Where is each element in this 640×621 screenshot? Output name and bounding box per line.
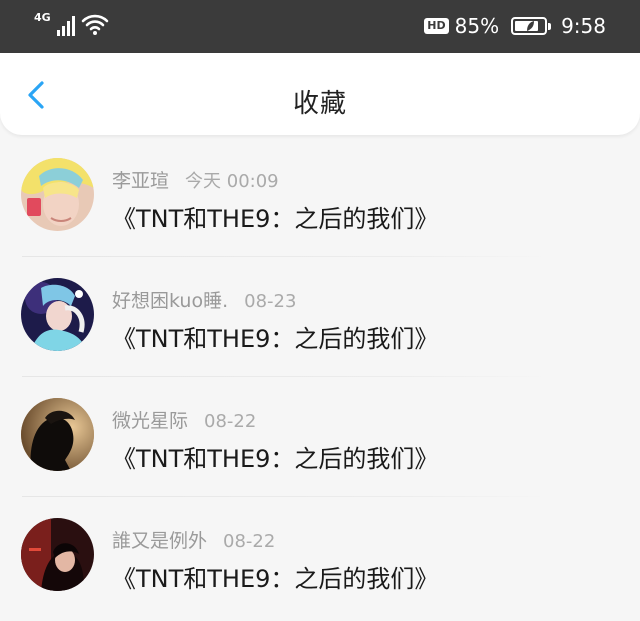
status-left: 4G bbox=[34, 11, 109, 36]
author-name: 誰又是例外 bbox=[112, 530, 208, 552]
page-title: 收藏 bbox=[292, 89, 347, 119]
clock: 9:58 bbox=[561, 14, 606, 38]
list-item[interactable]: 微光星际 08-22 《TNT和THE9：之后的我们》 bbox=[0, 376, 640, 496]
favorites-list: 李亚瑄 今天 00:09 《TNT和THE9：之后的我们》 好想困kuo睡. 08-… bbox=[0, 136, 640, 616]
avatar[interactable] bbox=[21, 518, 94, 591]
nav-header: 收藏 bbox=[0, 53, 640, 135]
author-name: 李亚瑄 bbox=[112, 170, 170, 192]
network-type: 4G bbox=[34, 11, 51, 24]
item-meta: 李亚瑄 今天 00:09 bbox=[112, 166, 279, 193]
item-meta: 好想困kuo睡. 08-23 bbox=[112, 286, 296, 313]
hd-badge: HD bbox=[424, 18, 449, 34]
battery-percent: 85% bbox=[454, 14, 500, 38]
item-meta: 誰又是例外 08-22 bbox=[112, 526, 275, 553]
leaf-icon bbox=[527, 21, 535, 31]
status-bar: 4G HD 85% 9:58 bbox=[0, 0, 640, 53]
post-time: 08-22 bbox=[204, 411, 257, 432]
post-time: 今天 00:09 bbox=[185, 171, 279, 192]
post-time: 08-22 bbox=[223, 531, 276, 552]
avatar[interactable] bbox=[21, 158, 94, 231]
list-item[interactable]: 李亚瑄 今天 00:09 《TNT和THE9：之后的我们》 bbox=[0, 136, 640, 256]
battery-icon bbox=[511, 17, 552, 35]
item-title[interactable]: 《TNT和THE9：之后的我们》 bbox=[112, 559, 438, 594]
item-meta: 微光星际 08-22 bbox=[112, 406, 256, 433]
item-title[interactable]: 《TNT和THE9：之后的我们》 bbox=[112, 439, 438, 474]
list-item[interactable]: 誰又是例外 08-22 《TNT和THE9：之后的我们》 bbox=[0, 496, 640, 616]
avatar[interactable] bbox=[21, 278, 94, 351]
wifi-icon bbox=[81, 14, 108, 35]
post-time: 08-23 bbox=[244, 291, 297, 312]
list-item[interactable]: 好想困kuo睡. 08-23 《TNT和THE9：之后的我们》 bbox=[0, 256, 640, 376]
item-title[interactable]: 《TNT和THE9：之后的我们》 bbox=[112, 199, 438, 234]
signal-bars-icon bbox=[56, 14, 75, 36]
status-right: HD 85% 9:58 bbox=[424, 14, 606, 38]
avatar[interactable] bbox=[21, 398, 94, 471]
author-name: 微光星际 bbox=[112, 410, 189, 432]
item-title[interactable]: 《TNT和THE9：之后的我们》 bbox=[112, 319, 438, 354]
author-name: 好想困kuo睡. bbox=[112, 290, 229, 312]
